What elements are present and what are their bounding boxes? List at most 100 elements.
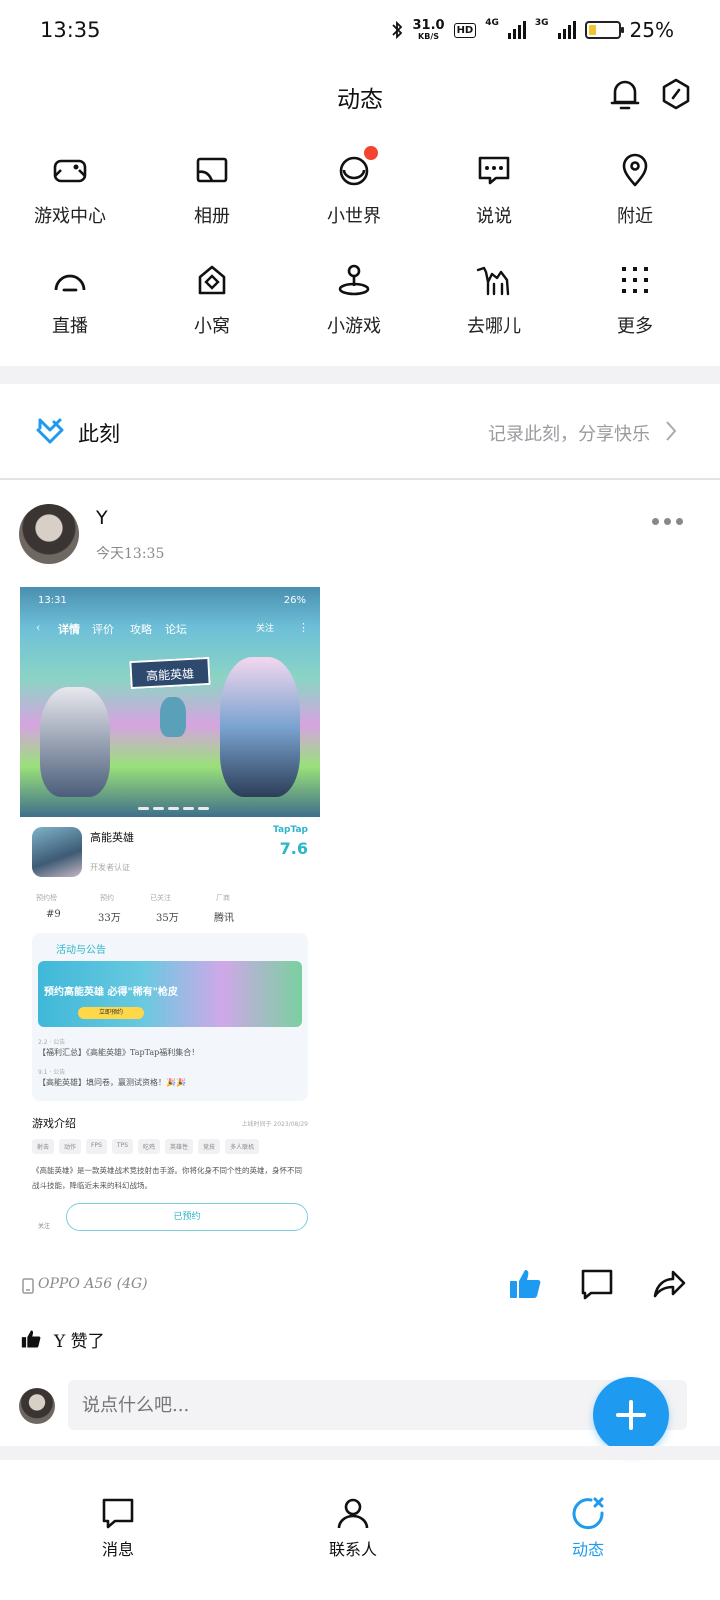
bluetooth-icon (392, 20, 403, 40)
hero-figure-left (40, 687, 110, 797)
stat-value: 35万 (156, 913, 179, 924)
stat-label: 已关注 (150, 894, 171, 902)
grid-item-small-world[interactable]: 小世界 (294, 152, 414, 252)
signal-icon-2 (557, 21, 576, 39)
grid-item-shuoshuo[interactable]: 说说 (434, 152, 554, 252)
grid-item-live[interactable]: 直播 (10, 262, 130, 362)
grid-item-where[interactable]: 去哪儿 (434, 262, 554, 362)
gamepad-icon (53, 159, 87, 183)
back-chevron-icon: ‹ (36, 621, 41, 634)
nav-label: 联系人 (328, 1540, 377, 1559)
live-icon (54, 274, 86, 292)
activity-banner: 预约高能英雄 必得"稀有"枪皮 立即预约 (38, 961, 302, 1027)
stat-value: 33万 (98, 913, 121, 924)
grid-item-label: 附近 (617, 206, 653, 227)
nav-contacts[interactable]: 联系人 (293, 1496, 413, 1560)
section-divider (0, 366, 720, 384)
activity-item: 【福利汇总】《高能英雄》TapTap福利集合！ (38, 1048, 200, 1057)
grid-item-label: 相册 (194, 206, 230, 227)
photo-album-icon (196, 157, 228, 183)
network-4g-label: 4G (485, 18, 499, 28)
post-image[interactable]: 13:31 26% ‹ 详情 评价 攻略 论坛 关注 ⋮ 高能英雄 高能英雄 开… (20, 587, 320, 1253)
tag-list: 射击 动作 FPS TPS 吃鸡 英雄性 竞技 多人联机 (32, 1139, 260, 1154)
location-pin-icon (622, 153, 648, 187)
grid-item-label: 说说 (476, 206, 512, 227)
side-label: 关注 (38, 1223, 51, 1230)
contacts-icon (337, 1498, 369, 1529)
phone-icon (22, 1278, 34, 1294)
share-icon[interactable] (651, 1266, 687, 1302)
intro-text: 《高能英雄》是一款英雄战术竞技射击手游。你将化身不同个性的英雄，身怀不同战斗技能… (32, 1166, 302, 1190)
home-icon (198, 265, 226, 295)
grid-dots-icon (622, 267, 648, 293)
notification-badge (364, 146, 378, 160)
status-bar: 13:35 31.0 KB/S HD 4G 3G 25% (0, 0, 720, 62)
avatar[interactable] (19, 504, 79, 564)
feed-icon (572, 1497, 604, 1530)
embedded-follow: 关注 (256, 624, 275, 634)
game-logo: 高能英雄 (129, 656, 211, 690)
post-author[interactable]: Y (96, 507, 108, 529)
grid-item-album[interactable]: 相册 (152, 152, 272, 252)
add-post-button[interactable] (593, 1377, 669, 1453)
comment-icon[interactable] (579, 1266, 615, 1302)
device-label: OPPO A56 (4G) (38, 1276, 148, 1292)
grid-item-more[interactable]: 更多 (575, 262, 695, 362)
settings-hexagon-icon[interactable] (658, 76, 694, 112)
embedded-tab-bar: ‹ 详情 评价 攻略 论坛 关注 ⋮ (36, 621, 309, 636)
section-divider (0, 1446, 720, 1460)
nav-messages[interactable]: 消息 (58, 1496, 178, 1560)
battery-percent: 25% (629, 18, 674, 42)
moment-title: 此刻 (78, 422, 120, 446)
hero-figure-right (220, 657, 300, 797)
carousel-indicator (138, 807, 209, 810)
hero-figure-mid (160, 697, 186, 737)
post-time: 今天13:35 (96, 546, 165, 562)
grid-item-label: 小窝 (194, 316, 230, 337)
activity-title: 活动与公告 (56, 945, 106, 956)
grid-item-home[interactable]: 小窝 (152, 262, 272, 362)
liked-by-text: Y 赞了 (54, 1332, 105, 1352)
bottom-nav: 消息 联系人 动态 (0, 1470, 720, 1600)
booked-button: 已预约 (66, 1203, 308, 1231)
grid-item-label: 小世界 (327, 206, 381, 227)
hd-badge: HD (453, 22, 477, 38)
embedded-more-icon: ⋮ (298, 621, 309, 634)
grid-item-label: 游戏中心 (34, 206, 106, 227)
joystick-icon (338, 264, 370, 296)
status-time: 13:35 (40, 18, 101, 42)
grid-item-mini-games[interactable]: 小游戏 (294, 262, 414, 362)
game-developer: 开发者认证 (90, 863, 130, 872)
nav-label: 消息 (101, 1540, 134, 1559)
stat-label: 预约 (100, 894, 114, 902)
liked-thumb-icon (21, 1330, 41, 1348)
moment-hint: 记录此刻，分享快乐 (488, 424, 650, 445)
grid-item-label: 小游戏 (327, 316, 381, 337)
game-score: 7.6 (279, 839, 308, 858)
grid-item-label: 去哪儿 (467, 316, 521, 337)
game-info-card: 高能英雄 开发者认证 TapTap 7.6 预约榜 #9 预约 33万 已关注 … (20, 817, 320, 1253)
like-icon[interactable] (507, 1266, 543, 1302)
network-speed: 31.0 KB/S (412, 17, 445, 41)
more-options-icon[interactable] (652, 518, 683, 525)
grid-item-nearby[interactable]: 附近 (575, 152, 695, 252)
chat-bubble-icon (478, 156, 510, 185)
activity-section: 活动与公告 预约高能英雄 必得"稀有"枪皮 立即预约 2.2 · 公告 【福利汇… (32, 933, 308, 1101)
grid-item-label: 直播 (52, 316, 88, 337)
grid-item-label: 更多 (617, 316, 653, 337)
stat-value: #9 (46, 909, 61, 920)
my-avatar (19, 1388, 55, 1424)
bell-icon[interactable] (607, 76, 643, 112)
battery-icon (584, 21, 624, 39)
network-3g-label: 3G (534, 18, 549, 28)
moment-composer[interactable]: 此刻 记录此刻，分享快乐 (0, 384, 720, 480)
nav-label: 动态 (571, 1540, 604, 1559)
message-icon (102, 1498, 134, 1529)
chevron-right-icon (666, 421, 677, 441)
embedded-status-bar: 13:31 26% (38, 595, 306, 606)
nav-feed[interactable]: 动态 (528, 1496, 648, 1560)
game-icon (32, 827, 82, 877)
activity-item: 【高能英雄】填问卷，赢测试资格！🎉🎉 (38, 1078, 186, 1087)
signal-icon (507, 21, 526, 39)
grid-item-game-center[interactable]: 游戏中心 (10, 152, 130, 252)
